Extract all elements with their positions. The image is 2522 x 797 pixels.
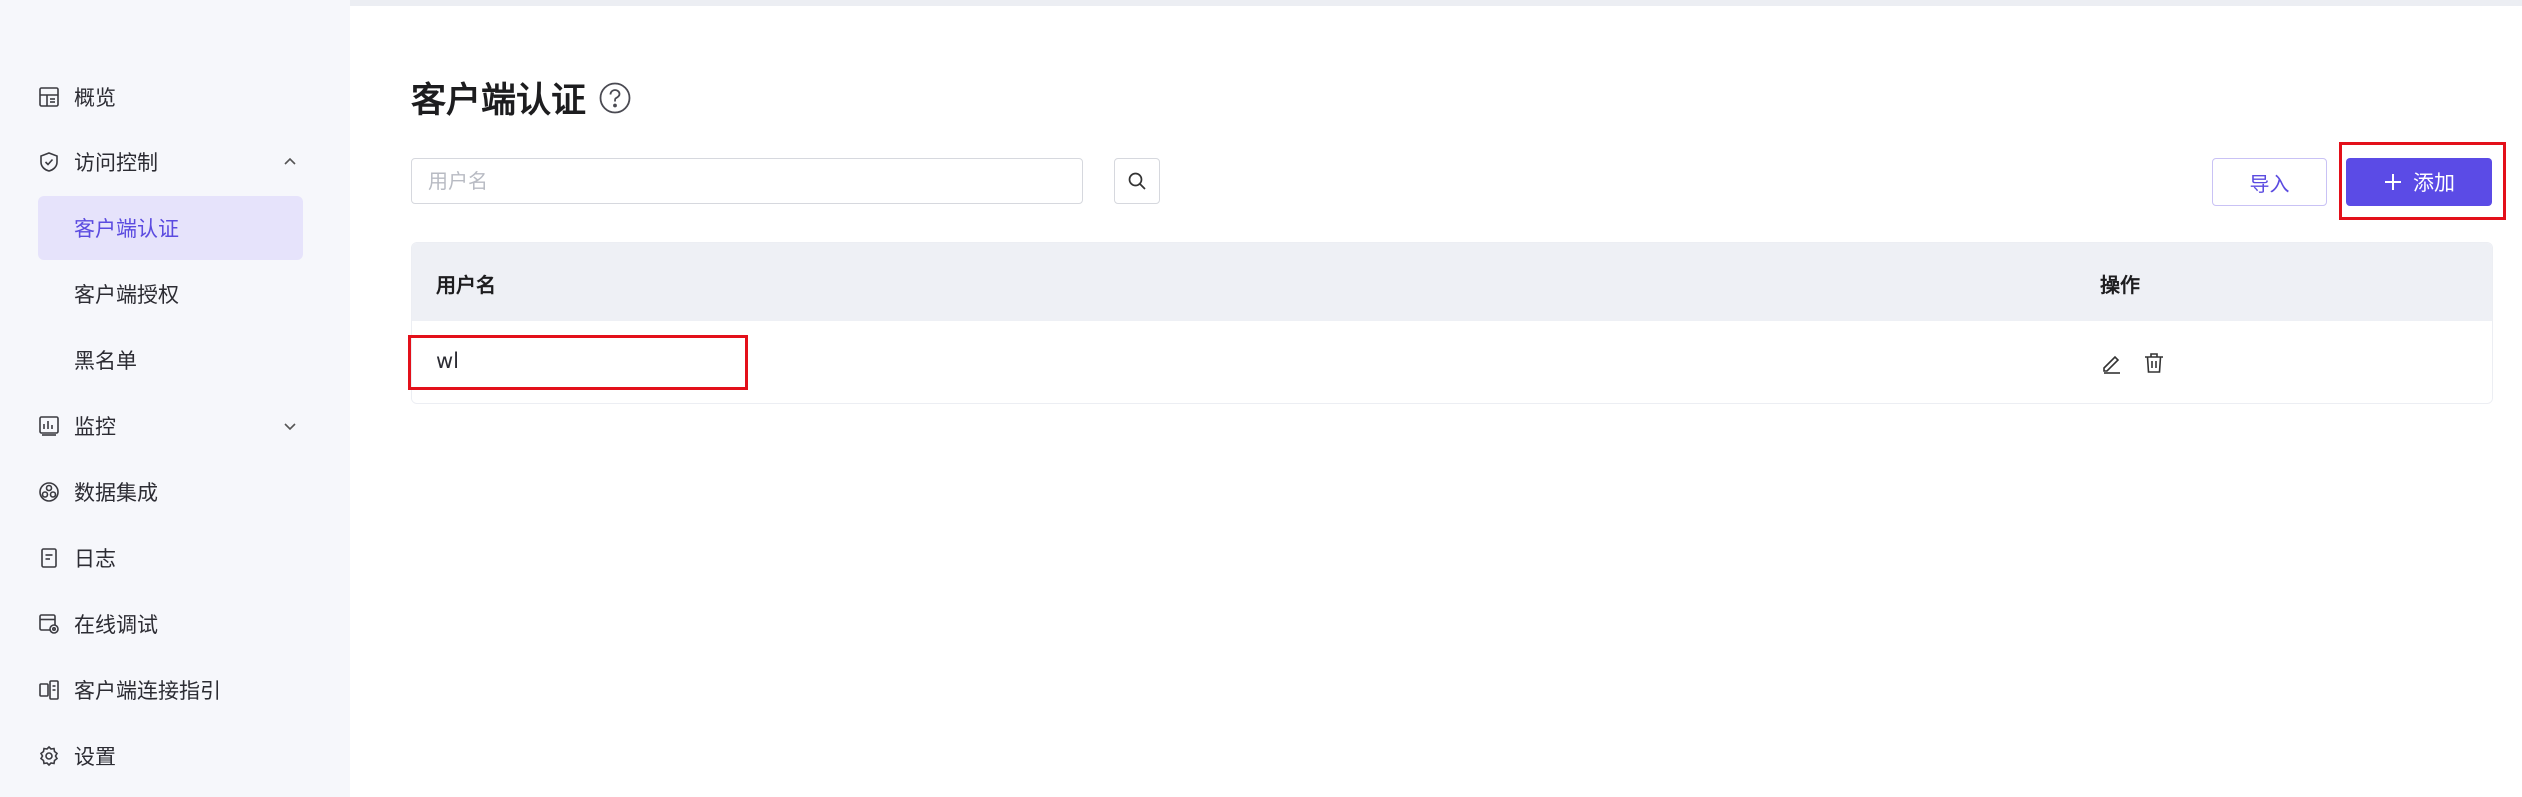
highlight-box-add (2339, 142, 2506, 220)
guide-icon (38, 679, 60, 701)
dashboard-icon (38, 86, 60, 108)
log-icon (38, 547, 60, 569)
sidebar-item-data-integration[interactable]: 数据集成 (38, 460, 303, 524)
sidebar-item-label: 设置 (74, 745, 116, 769)
highlight-box-username (408, 335, 748, 390)
sidebar-item-label: 数据集成 (74, 481, 158, 505)
sidebar-item-label: 访问控制 (74, 151, 158, 175)
table-header: 用户名 操作 (412, 243, 2492, 321)
debug-icon (38, 613, 60, 635)
sidebar-item-label: 客户端连接指引 (74, 679, 221, 703)
sidebar-item-access-control[interactable]: 访问控制 (38, 130, 303, 194)
sidebar-item-label: 黑名单 (74, 349, 137, 373)
integration-icon (38, 481, 60, 503)
sidebar-item-label: 客户端授权 (74, 283, 179, 307)
column-header-actions: 操作 (2100, 273, 2140, 297)
search-icon (1127, 171, 1147, 191)
sidebar-item-logs[interactable]: 日志 (38, 526, 303, 590)
sidebar-item-label: 客户端认证 (74, 217, 179, 241)
delete-icon[interactable] (2142, 351, 2166, 375)
chevron-down-icon (281, 416, 299, 434)
sidebar-item-label: 日志 (74, 547, 116, 571)
sidebar: 概览 访问控制 客户端认证 客户端授权 黑名单 监控 数据集成 日志 在线调试 … (0, 0, 350, 797)
sidebar-item-blacklist[interactable]: 黑名单 (38, 328, 303, 392)
sidebar-item-label: 概览 (74, 86, 116, 110)
search-input[interactable] (411, 158, 1083, 204)
sidebar-item-label: 在线调试 (74, 613, 158, 637)
top-divider (350, 0, 2522, 6)
import-button[interactable]: 导入 (2212, 158, 2327, 206)
help-icon[interactable] (598, 81, 632, 115)
page-title-text: 客户端认证 (411, 81, 587, 121)
sidebar-item-online-debug[interactable]: 在线调试 (38, 592, 303, 656)
sidebar-item-client-auth[interactable]: 客户端认证 (38, 196, 303, 260)
sidebar-item-overview[interactable]: 概览 (38, 65, 303, 129)
sidebar-item-monitoring[interactable]: 监控 (38, 394, 303, 458)
sidebar-item-settings[interactable]: 设置 (38, 724, 303, 788)
import-button-label: 导入 (2249, 171, 2290, 196)
chart-icon (38, 415, 60, 437)
sidebar-item-client-authz[interactable]: 客户端授权 (38, 262, 303, 326)
sidebar-item-label: 监控 (74, 415, 116, 439)
page-title: 客户端认证 (411, 72, 632, 123)
sidebar-item-connection-guide[interactable]: 客户端连接指引 (38, 658, 303, 722)
chevron-up-icon (281, 152, 299, 170)
gear-icon (38, 745, 60, 767)
search-button[interactable] (1114, 158, 1160, 204)
shield-check-icon (38, 151, 60, 173)
column-header-username: 用户名 (436, 273, 496, 297)
edit-icon[interactable] (2100, 351, 2124, 375)
